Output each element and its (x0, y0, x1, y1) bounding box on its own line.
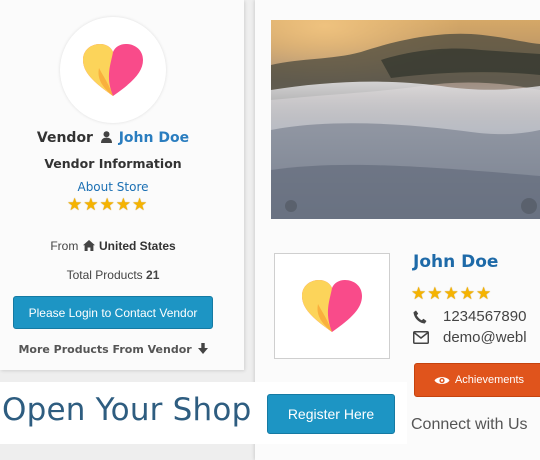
achievements-button[interactable]: Achievements (414, 363, 540, 397)
star-icon: ★ (83, 195, 99, 214)
star-icon: ★ (459, 284, 475, 303)
vendor-info-card: Vendor John Doe Vendor Information About… (0, 0, 244, 370)
vendor-country: United States (99, 239, 176, 253)
heart-logo-icon (302, 280, 362, 332)
achievements-label: Achievements (454, 374, 525, 386)
user-icon (100, 131, 112, 143)
phone-number: 1234567890 (443, 308, 527, 325)
star-icon: ★ (67, 195, 83, 214)
store-rating: ★ ★ ★ ★ ★ (411, 285, 491, 303)
phone-icon (413, 310, 427, 323)
arrow-down-icon (197, 343, 208, 354)
home-icon (82, 240, 95, 251)
vendor-logo (60, 17, 166, 123)
heart-logo-icon (83, 44, 143, 96)
login-to-contact-button[interactable]: Please Login to Contact Vendor (13, 296, 213, 329)
vendor-info-heading: Vendor Information (44, 156, 182, 171)
register-button[interactable]: Register Here (267, 394, 395, 434)
store-email: demo@webl (413, 329, 527, 346)
star-icon: ★ (476, 284, 492, 303)
vendor-name-link[interactable]: John Doe (119, 130, 189, 146)
about-store-link[interactable]: About Store (0, 180, 226, 194)
total-products-label: Total Products (66, 268, 143, 282)
store-phone: 1234567890 (413, 308, 526, 325)
star-icon: ★ (443, 284, 459, 303)
more-products-label: More Products From Vendor (18, 343, 192, 356)
connect-heading: Connect with Us (411, 416, 528, 433)
total-products-count: 21 (146, 268, 160, 282)
star-icon: ★ (411, 284, 427, 303)
store-name: John Doe (413, 252, 499, 272)
star-icon: ★ (99, 195, 115, 214)
from-label: From (50, 239, 79, 253)
vendor-line: Vendor John Doe (0, 130, 226, 146)
total-products: Total Products 21 (0, 268, 226, 282)
vendor-location: From United States (0, 239, 226, 253)
star-icon: ★ (115, 195, 131, 214)
envelope-icon (413, 331, 429, 344)
star-icon: ★ (427, 284, 443, 303)
vendor-label: Vendor (36, 130, 93, 146)
email-address[interactable]: demo@webl (443, 329, 527, 346)
open-shop-heading: Open Your Shop (2, 392, 252, 428)
star-icon: ★ (132, 195, 148, 214)
vendor-rating: ★ ★ ★ ★ ★ (67, 196, 147, 214)
more-products-link[interactable]: More Products From Vendor (0, 343, 226, 356)
store-banner-image (271, 20, 540, 219)
eye-icon (434, 376, 450, 384)
store-logo-thumbnail (274, 253, 390, 359)
